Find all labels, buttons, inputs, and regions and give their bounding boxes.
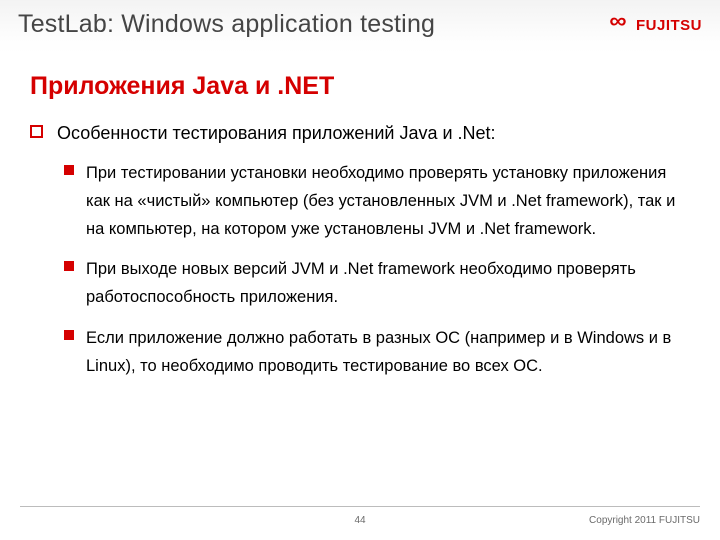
slide-title: Приложения Java и .NET — [30, 72, 690, 101]
list-item-text: При выходе новых версий JVM и .Net frame… — [86, 255, 690, 311]
divider — [20, 506, 700, 507]
hollow-square-icon — [30, 125, 43, 138]
brand-logo: FUJITSU — [610, 14, 702, 36]
list-item: При выходе новых версий JVM и .Net frame… — [64, 255, 690, 311]
slide-footer: 44 Copyright 2011 FUJITSU — [0, 506, 720, 526]
solid-square-icon — [64, 261, 74, 271]
list-item-text: Особенности тестирования приложений Java… — [57, 121, 496, 145]
list-item: При тестировании установки необходимо пр… — [64, 159, 690, 243]
brand-logo-text: FUJITSU — [636, 17, 702, 34]
copyright-text: Copyright 2011 FUJITSU — [589, 515, 700, 526]
infinity-icon — [610, 14, 632, 36]
list-item-text: Если приложение должно работать в разных… — [86, 324, 690, 380]
list-item: Особенности тестирования приложений Java… — [30, 121, 690, 145]
solid-square-icon — [64, 330, 74, 340]
solid-square-icon — [64, 165, 74, 175]
slide-header: TestLab: Windows application testing FUJ… — [0, 0, 720, 54]
slide-content: Приложения Java и .NET Особенности тести… — [0, 54, 720, 380]
list-item: Если приложение должно работать в разных… — [64, 324, 690, 380]
page-number: 44 — [354, 515, 365, 526]
header-title: TestLab: Windows application testing — [18, 10, 702, 39]
list-item-text: При тестировании установки необходимо пр… — [86, 159, 690, 243]
